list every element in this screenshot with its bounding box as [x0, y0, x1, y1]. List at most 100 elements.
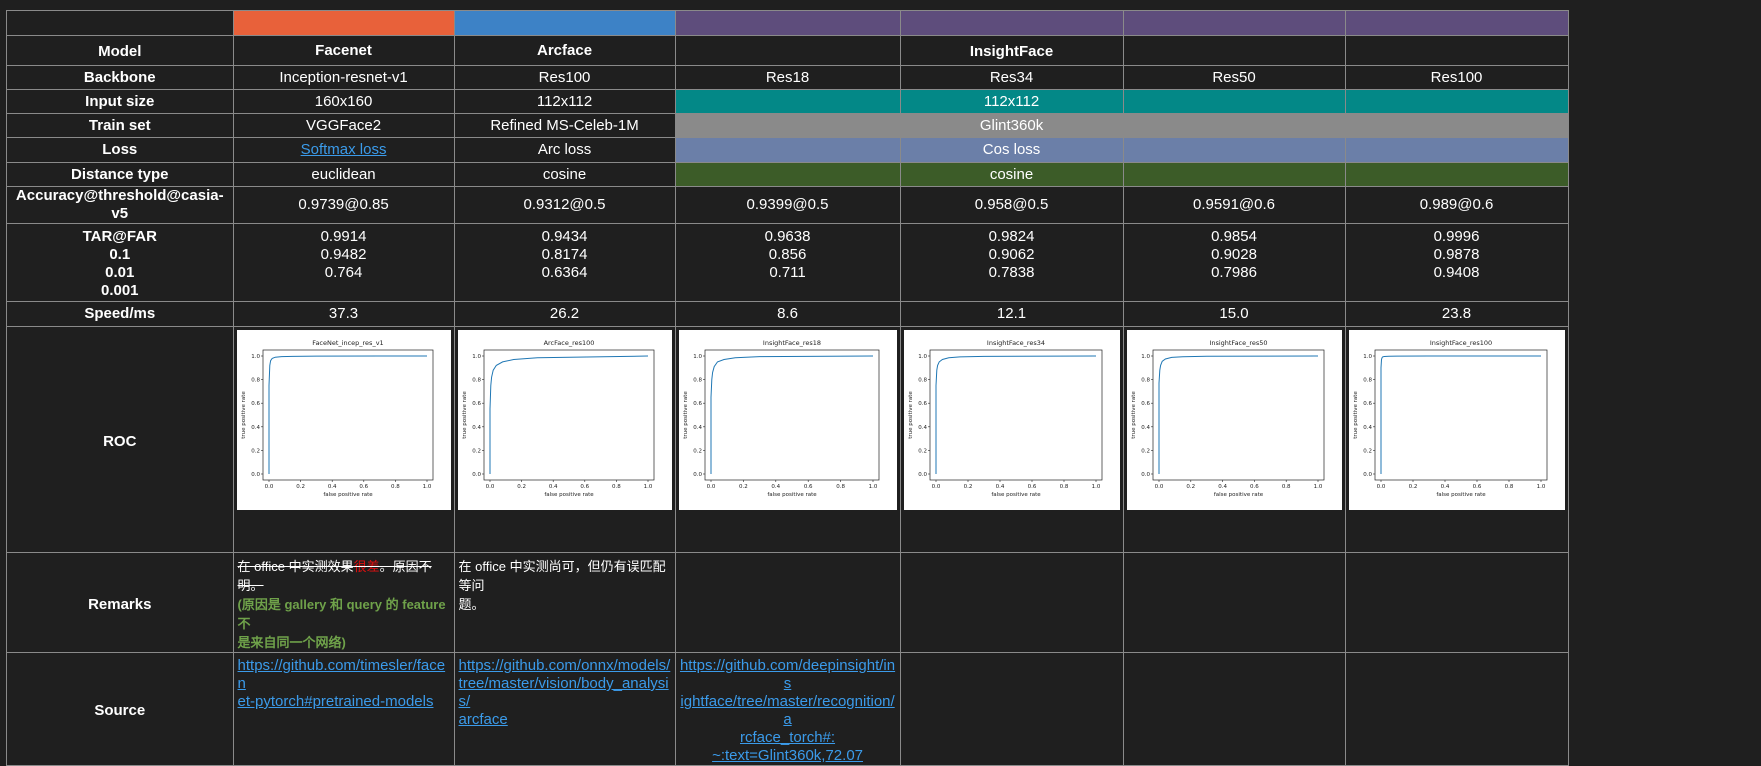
roc-cell: ArcFace_res100 0.0 0.0 0.2 0.2 0.4 0.4 0.6 0.6 0.…	[453, 326, 676, 553]
tar-value: 0.7838	[988, 264, 1035, 281]
roc-title: InsightFace_res18	[762, 339, 820, 347]
tar-value: 0.9854	[1211, 228, 1257, 245]
roc-cell: InsightFace_res100 0.0 0.0 0.2 0.2 0.4 0.4 0.6 0…	[1344, 326, 1569, 553]
model-empty-cell	[674, 35, 901, 66]
roc-curve	[1380, 355, 1541, 474]
y-tick-label: 0.2	[693, 448, 702, 454]
tar-cell: 0.9996 0.9878 0.9408	[1344, 223, 1569, 302]
y-tick-label: 1.0	[1363, 354, 1372, 360]
train-set-cell: Refined MS-Celeb-1M	[453, 113, 676, 138]
roc-curve	[489, 355, 648, 474]
model-facenet: Facenet	[232, 35, 455, 66]
roc-curve	[268, 355, 427, 474]
color-band-row	[6, 10, 1761, 36]
far-0.1-label: 0.1	[109, 246, 131, 263]
backbone-cell: Res18	[674, 65, 901, 90]
train-set-cell	[1122, 113, 1346, 138]
arcface-color-band	[453, 10, 676, 36]
y-axis-label: true positive rate	[1353, 391, 1359, 439]
tar-value: 0.9878	[1433, 246, 1480, 263]
speed-cell: 26.2	[453, 301, 676, 327]
link-line: ightface/tree/master/recognition/a	[680, 693, 895, 728]
y-tick-label: 0.2	[918, 448, 927, 454]
x-tick-label: 0.2	[517, 484, 526, 490]
x-tick-label: 0.0	[1154, 484, 1163, 490]
speed-cell: 12.1	[899, 301, 1124, 327]
row-label-remarks: Remarks	[6, 552, 234, 653]
tar-value: 0.9028	[1211, 246, 1257, 263]
tar-cell: 0.9824 0.9062 0.7838	[899, 223, 1124, 302]
corner-cell	[6, 10, 234, 36]
x-axis-label: false positive rate	[991, 492, 1041, 498]
softmax-loss-link[interactable]: Softmax loss	[301, 141, 387, 158]
y-tick-label: 0.4	[1141, 425, 1150, 431]
train-set-row: Train set VGGFace2 Refined MS-Celeb-1M G…	[6, 113, 1761, 138]
remarks-row: Remarks 在 office 中实测效果很差。原因不明。 (原因是 gall…	[6, 552, 1761, 653]
arcface-source-link[interactable]: https://github.com/onnx/models/tree/mast…	[459, 657, 671, 728]
facenet-color-band	[232, 10, 455, 36]
x-tick-label: 0.0	[485, 484, 494, 490]
remark-strike-text: 在 office 中实测效果	[237, 559, 354, 574]
row-label-roc: ROC	[6, 326, 234, 553]
y-axis-label: true positive rate	[462, 391, 468, 439]
distance-cell	[1122, 162, 1346, 187]
loss-row: Loss Softmax loss Arc loss Cos loss	[6, 137, 1761, 163]
train-set-cell	[1344, 113, 1569, 138]
tar-value: 0.9638	[764, 228, 811, 245]
tar-cell: 0.9434 0.8174 0.6364	[453, 223, 676, 302]
link-line: https://github.com/onnx/models/	[458, 657, 671, 674]
x-tick-label: 0.6	[359, 484, 368, 490]
y-tick-label: 1.0	[693, 354, 702, 360]
comparison-table: Model Facenet Arcface InsightFace Backbo…	[6, 10, 1761, 766]
far-0.001-label: 0.001	[100, 282, 139, 299]
y-tick-label: 0.2	[472, 448, 481, 454]
x-tick-label: 0.0	[931, 484, 940, 490]
row-label-backbone: Backbone	[6, 65, 234, 90]
x-tick-label: 0.2	[739, 484, 748, 490]
model-empty-cell	[1122, 35, 1346, 66]
tar-cell: 0.9638 0.856 0.711	[674, 223, 901, 302]
remarks-facenet: 在 office 中实测效果很差。原因不明。 (原因是 gallery 和 qu…	[232, 552, 455, 653]
x-tick-label: 0.8	[836, 484, 845, 490]
roc-title: FaceNet_incep_res_v1	[312, 339, 383, 347]
tar-far-row: TAR@FAR 0.1 0.01 0.001 0.9914 0.9482 0.7…	[6, 223, 1761, 302]
y-tick-label: 0.4	[693, 425, 702, 431]
source-empty-cell	[1344, 652, 1569, 766]
roc-title: InsightFace_res100	[1429, 339, 1491, 347]
remarks-arcface: 在 office 中实测尚可，但仍有误匹配等问 题。	[453, 552, 676, 653]
x-tick-label: 0.0	[264, 484, 273, 490]
x-tick-label: 0.4	[548, 484, 557, 490]
input-size-cell	[674, 89, 901, 114]
model-empty-cell	[1344, 35, 1569, 66]
insightface-source-link[interactable]: https://github.com/deepinsight/ins ightfa…	[680, 657, 895, 764]
remark-green-note: (原因是 gallery 和 query 的 feature 不	[237, 597, 446, 631]
loss-cell	[674, 137, 901, 163]
train-set-cell: Glint360k	[899, 113, 1124, 138]
source-facenet: https://github.com/timesler/facen et-pyto…	[232, 652, 455, 766]
y-tick-label: 0.2	[251, 448, 260, 454]
link-line: https://github.com/deepinsight/ins	[679, 657, 896, 692]
x-tick-label: 1.0	[1091, 484, 1100, 490]
y-tick-label: 0.4	[472, 425, 481, 431]
roc-axes-frame	[262, 349, 433, 481]
remarks-empty-cell	[1344, 552, 1569, 653]
x-tick-label: 0.6	[580, 484, 589, 490]
backbone-cell: Res100	[453, 65, 676, 90]
y-axis-label: true positive rate	[683, 391, 689, 439]
facenet-source-link[interactable]: https://github.com/timesler/facen et-pyto…	[238, 657, 446, 710]
roc-title: InsightFace_res34	[986, 339, 1044, 347]
x-axis-label: false positive rate	[767, 492, 817, 498]
y-tick-label: 0.0	[918, 472, 927, 478]
remark-struck-line: 在 office 中实测效果很差。原因不明。	[238, 557, 450, 595]
x-tick-label: 0.4	[327, 484, 336, 490]
y-tick-label: 0.8	[693, 378, 702, 384]
x-tick-label: 0.2	[1186, 484, 1195, 490]
far-0.01-label: 0.01	[105, 264, 135, 281]
loss-cell: Cos loss	[899, 137, 1124, 163]
row-label-speed: Speed/ms	[6, 301, 234, 327]
tar-value: 0.6364	[541, 264, 588, 281]
row-label-source: Source	[6, 652, 234, 766]
tar-value: 0.7986	[1211, 264, 1257, 281]
y-tick-label: 0.6	[1141, 401, 1150, 407]
speed-cell: 15.0	[1122, 301, 1346, 327]
